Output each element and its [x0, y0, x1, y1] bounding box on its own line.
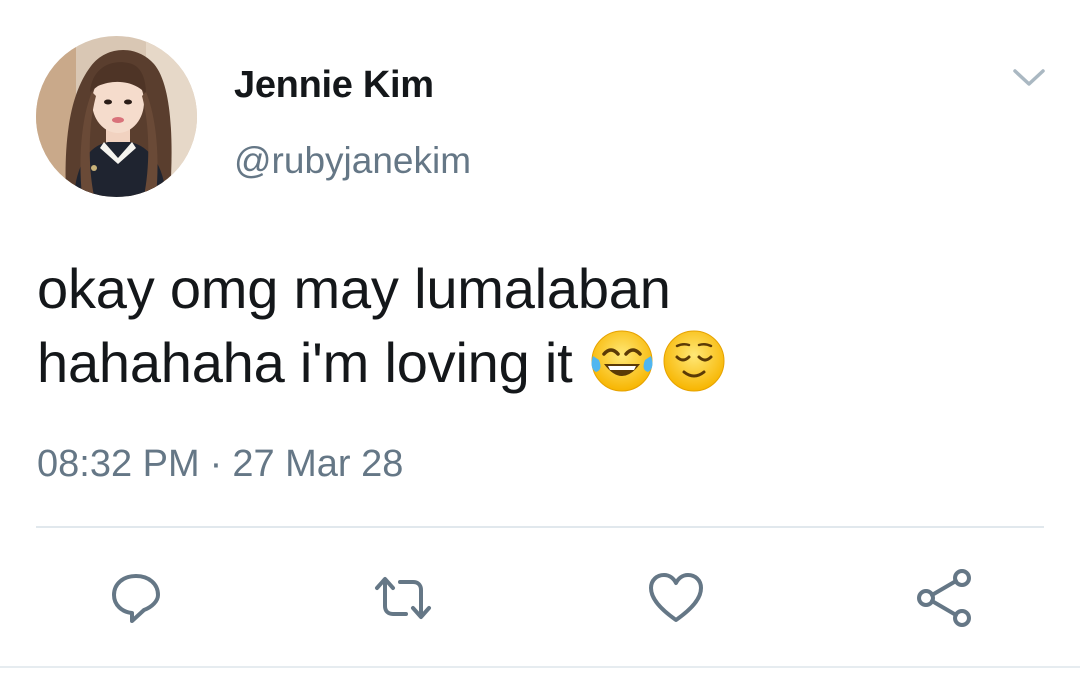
- chevron-down-icon[interactable]: [1012, 66, 1046, 90]
- retweet-button[interactable]: [373, 568, 433, 628]
- tweet-text-line: okay omg may lumalaban: [37, 257, 671, 320]
- divider: [36, 526, 1044, 528]
- avatar[interactable]: [36, 36, 197, 197]
- relieved-face-icon: [659, 326, 729, 396]
- profile-photo-icon: [36, 36, 197, 197]
- reply-icon: [112, 574, 160, 623]
- bottom-divider: [0, 666, 1080, 668]
- tweet-text-line: hahahaha i'm loving it: [37, 331, 573, 394]
- tweet-text: okay omg may lumalaban hahahaha i'm lovi…: [37, 252, 1037, 400]
- tweet-text-line-with-emoji: hahahaha i'm loving it: [37, 326, 1037, 400]
- reply-button[interactable]: [106, 568, 166, 628]
- tweet-time: 08:32 PM: [37, 443, 200, 485]
- tweet-card: Jennie Kim @rubyjanekim okay omg may lum…: [0, 0, 1080, 688]
- like-button[interactable]: [646, 568, 706, 628]
- share-icon: [917, 569, 971, 627]
- user-handle[interactable]: @rubyjanekim: [234, 140, 471, 182]
- share-button[interactable]: [914, 568, 974, 628]
- heart-icon: [649, 573, 703, 622]
- tweet-date: 27 Mar 28: [232, 443, 404, 485]
- display-name[interactable]: Jennie Kim: [234, 64, 434, 107]
- tweet-timestamp[interactable]: 08:32 PM · 27 Mar 28: [37, 443, 403, 486]
- retweet-icon: [375, 577, 431, 619]
- timestamp-separator: ·: [209, 443, 223, 485]
- face-with-tears-of-joy-icon: [587, 326, 657, 396]
